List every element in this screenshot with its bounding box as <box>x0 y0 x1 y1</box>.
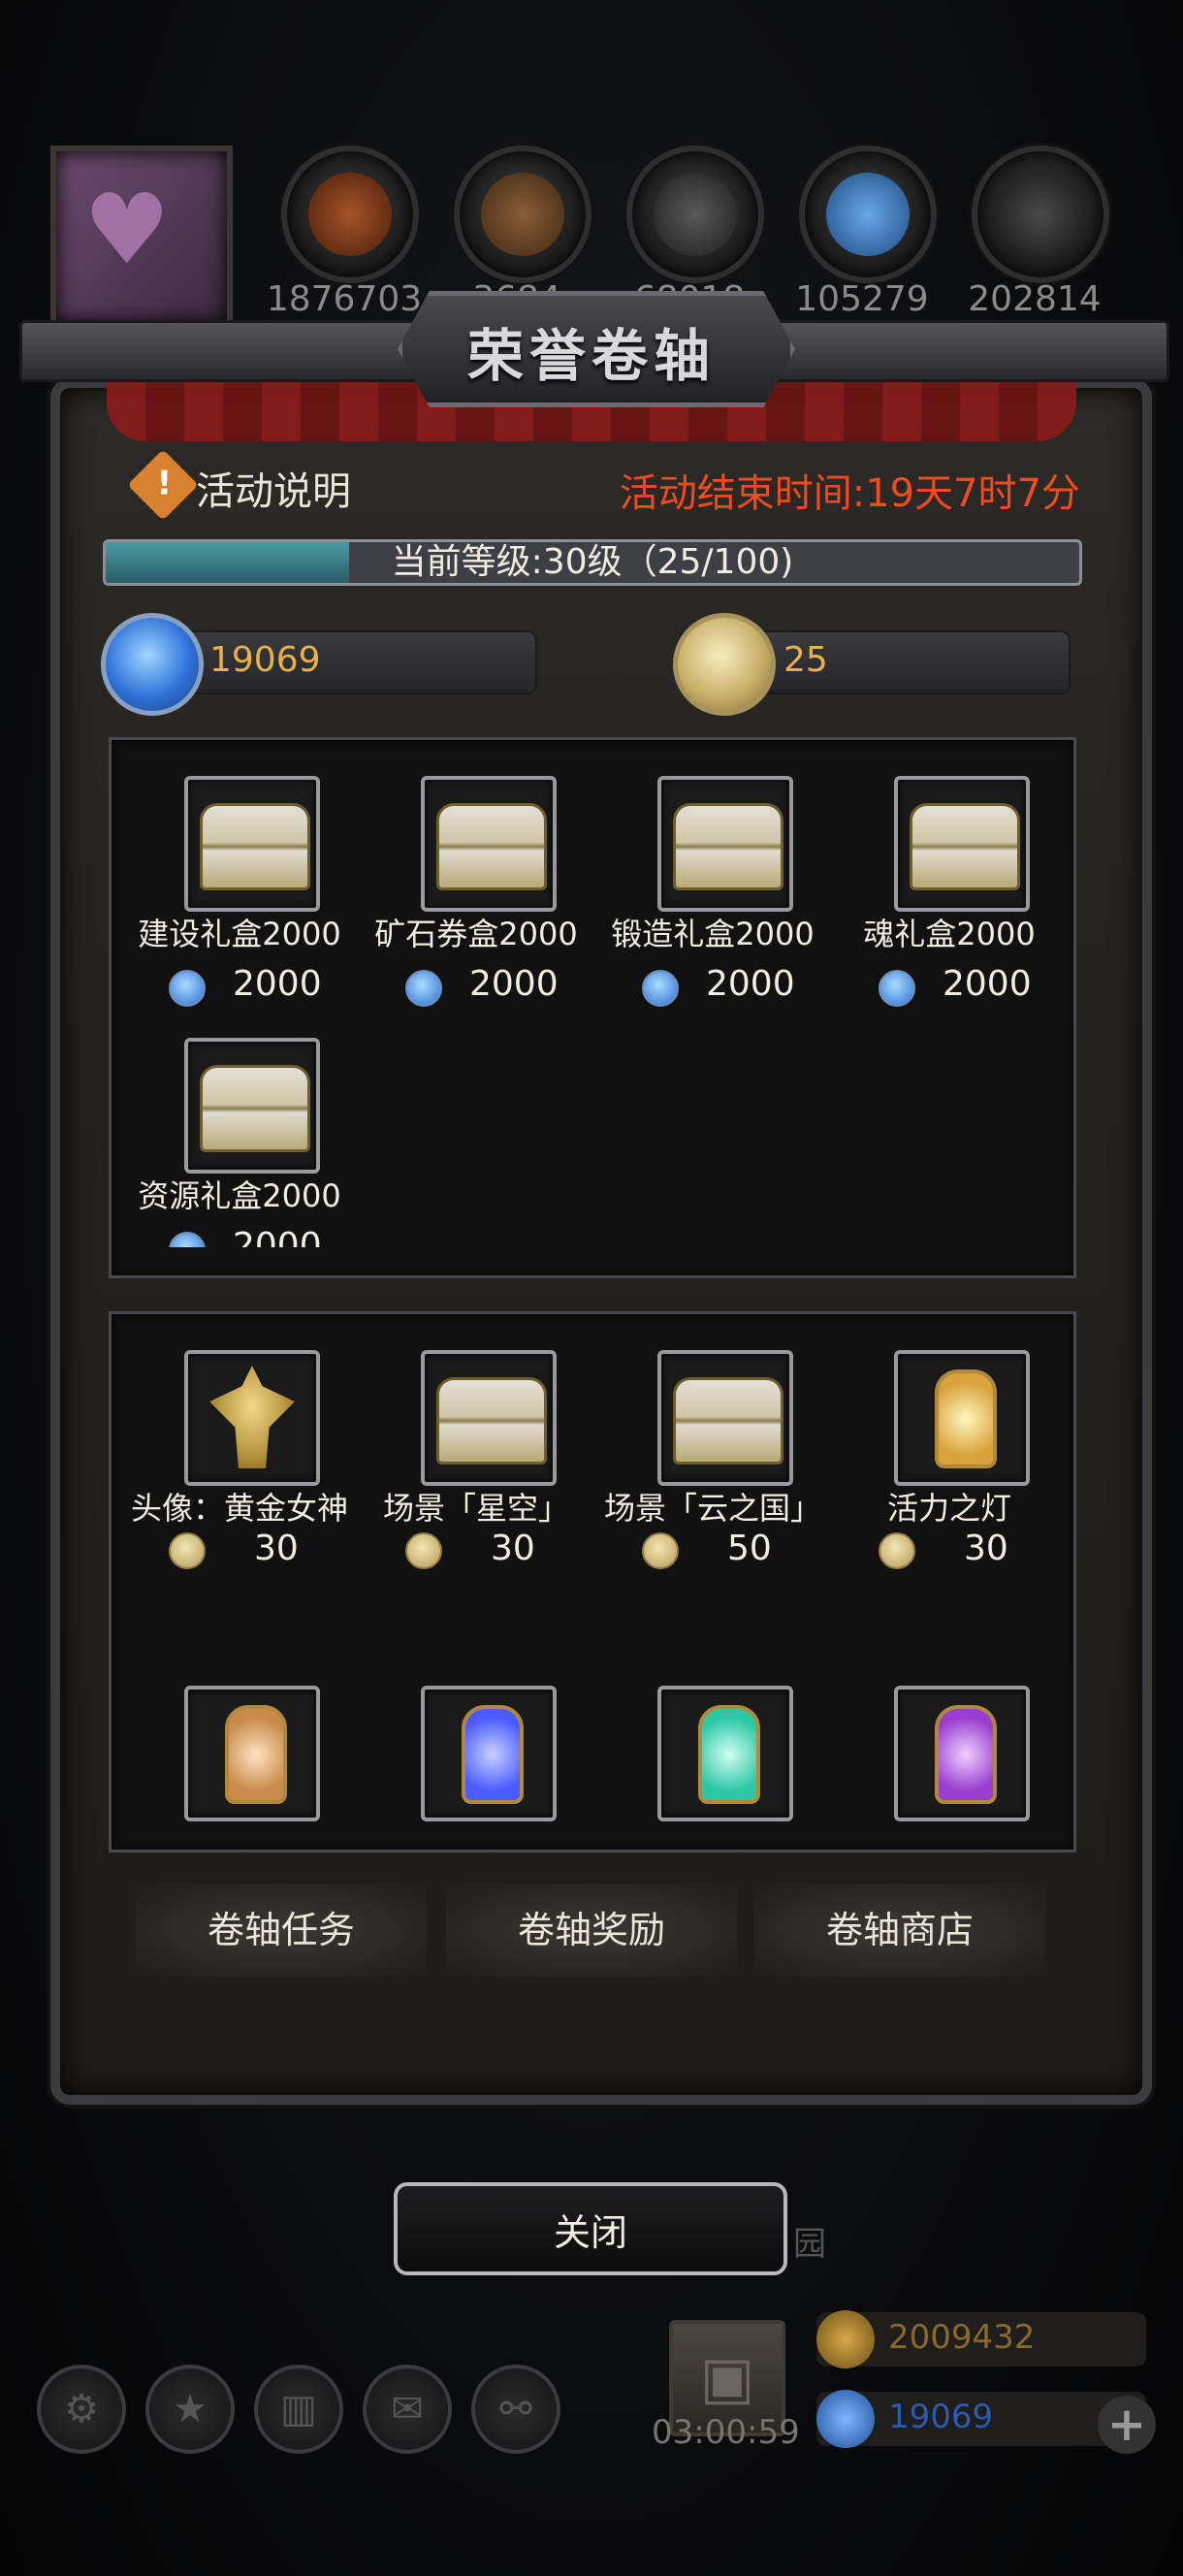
add-currency-button[interactable]: + <box>1098 2396 1156 2454</box>
gem-icon <box>879 970 915 1007</box>
planks-icon <box>481 173 564 256</box>
gem-icon <box>405 970 442 1007</box>
chest-icon <box>436 1377 547 1465</box>
item-frame <box>657 776 793 912</box>
item-frame <box>421 1686 557 1821</box>
item-name: 活力之灯 <box>886 1490 1011 1527</box>
building-icon[interactable]: ▥ <box>254 2365 343 2454</box>
item-frame <box>421 1350 557 1486</box>
item-frame <box>184 776 320 912</box>
item-frame <box>657 1686 793 1821</box>
blue-lamp-icon <box>462 1705 524 1804</box>
chest-icon <box>673 1377 783 1465</box>
resource-count: 202814 <box>968 279 1102 319</box>
teal-lamp-icon <box>698 1705 760 1804</box>
coin-icon <box>879 1532 915 1569</box>
gem-icon <box>169 1232 206 1247</box>
item-price: 2000 <box>706 964 795 1004</box>
item-price: 2000 <box>233 964 322 1004</box>
item-name: 头像：黄金女神 <box>130 1490 348 1527</box>
ore-icon <box>999 173 1082 256</box>
resource-slot-wood[interactable] <box>281 145 419 283</box>
lamp-icon <box>935 1369 997 1468</box>
chest-icon <box>436 803 547 890</box>
item-frame <box>657 1350 793 1486</box>
resource-slot-ore[interactable] <box>972 145 1109 283</box>
item-price: 2000 <box>233 1226 322 1247</box>
item-price: 2000 <box>469 964 559 1004</box>
garden-label: 园 <box>793 2225 826 2264</box>
gold-icon <box>816 2310 875 2368</box>
item-price: 30 <box>491 1529 535 1568</box>
item-name: 魂礼盒2000 <box>863 916 1036 952</box>
level-text: 当前等级:30级（25/100) <box>391 542 794 582</box>
coin-icon <box>405 1532 442 1569</box>
item-name: 锻造礼盒2000 <box>611 916 815 952</box>
chest-icon <box>200 1065 310 1152</box>
settings-icon[interactable]: ⚙ <box>37 2365 126 2454</box>
chest-icon <box>910 803 1020 890</box>
angel-icon <box>209 1366 295 1468</box>
star-icon[interactable]: ★ <box>145 2365 235 2454</box>
activity-info-link[interactable]: 活动说明 <box>196 460 351 516</box>
bottom-gem-balance: 19069 <box>888 2398 994 2436</box>
crystal-icon <box>826 173 910 256</box>
panel-title: 荣誉卷轴 <box>466 323 716 389</box>
item-frame <box>894 1350 1030 1486</box>
gem-shop-item[interactable]: 资源礼盒2000 2000 <box>128 1038 351 1247</box>
coin-icon <box>673 613 776 716</box>
tab-scroll-shop[interactable]: 卷轴商店 <box>754 1884 1045 1977</box>
coin-icon <box>169 1532 206 1569</box>
item-frame <box>184 1038 320 1174</box>
gem-balance: 19069 <box>209 640 321 680</box>
coin-icon <box>642 1532 679 1569</box>
gift-timer: 03:00:59 <box>652 2413 800 2452</box>
item-frame <box>184 1686 320 1821</box>
iron-icon <box>654 173 737 256</box>
close-button[interactable]: 关闭 <box>394 2182 787 2275</box>
handshake-icon[interactable]: ⚯ <box>471 2365 560 2454</box>
avatar[interactable]: ♥ <box>50 145 233 328</box>
item-price: 30 <box>254 1529 299 1568</box>
resource-slot-crystal[interactable] <box>799 145 937 283</box>
chest-icon <box>200 803 310 890</box>
level-progress-bar: 当前等级:30级（25/100) <box>103 539 1082 586</box>
resource-slot-iron[interactable] <box>626 145 764 283</box>
item-name: 场景「星空」 <box>382 1490 569 1527</box>
chest-icon <box>673 803 783 890</box>
gold-balance: 2009432 <box>888 2318 1036 2357</box>
wood-icon <box>308 173 392 256</box>
mail-icon[interactable]: ✉ <box>363 2365 452 2454</box>
tab-scroll-tasks[interactable]: 卷轴任务 <box>136 1884 427 1977</box>
gem-icon <box>642 970 679 1007</box>
item-name: 建设礼盒2000 <box>138 916 341 952</box>
item-price: 2000 <box>943 964 1032 1004</box>
resource-slot-planks[interactable] <box>454 145 592 283</box>
resource-count: 105279 <box>795 279 929 319</box>
gem-icon <box>169 970 206 1007</box>
purple-lamp-icon <box>935 1705 997 1804</box>
item-frame <box>421 776 557 912</box>
tab-scroll-rewards[interactable]: 卷轴奖励 <box>446 1884 737 1977</box>
gem-balance-bar <box>145 630 537 694</box>
orange-lamp-icon <box>225 1705 287 1804</box>
activity-end-time: 活动结束时间:19天7时7分 <box>619 471 1080 516</box>
coin-balance: 25 <box>783 640 828 680</box>
item-price: 30 <box>964 1529 1008 1568</box>
item-frame <box>894 776 1030 912</box>
item-name: 矿石券盒2000 <box>374 916 578 952</box>
item-frame <box>894 1686 1030 1821</box>
item-frame <box>184 1350 320 1486</box>
gem-icon <box>101 613 204 716</box>
item-price: 50 <box>727 1529 772 1568</box>
item-name: 资源礼盒2000 <box>138 1177 341 1214</box>
heart-icon: ♥ <box>83 173 171 286</box>
item-name: 场景「云之国」 <box>603 1490 821 1527</box>
gem-icon <box>816 2390 875 2448</box>
